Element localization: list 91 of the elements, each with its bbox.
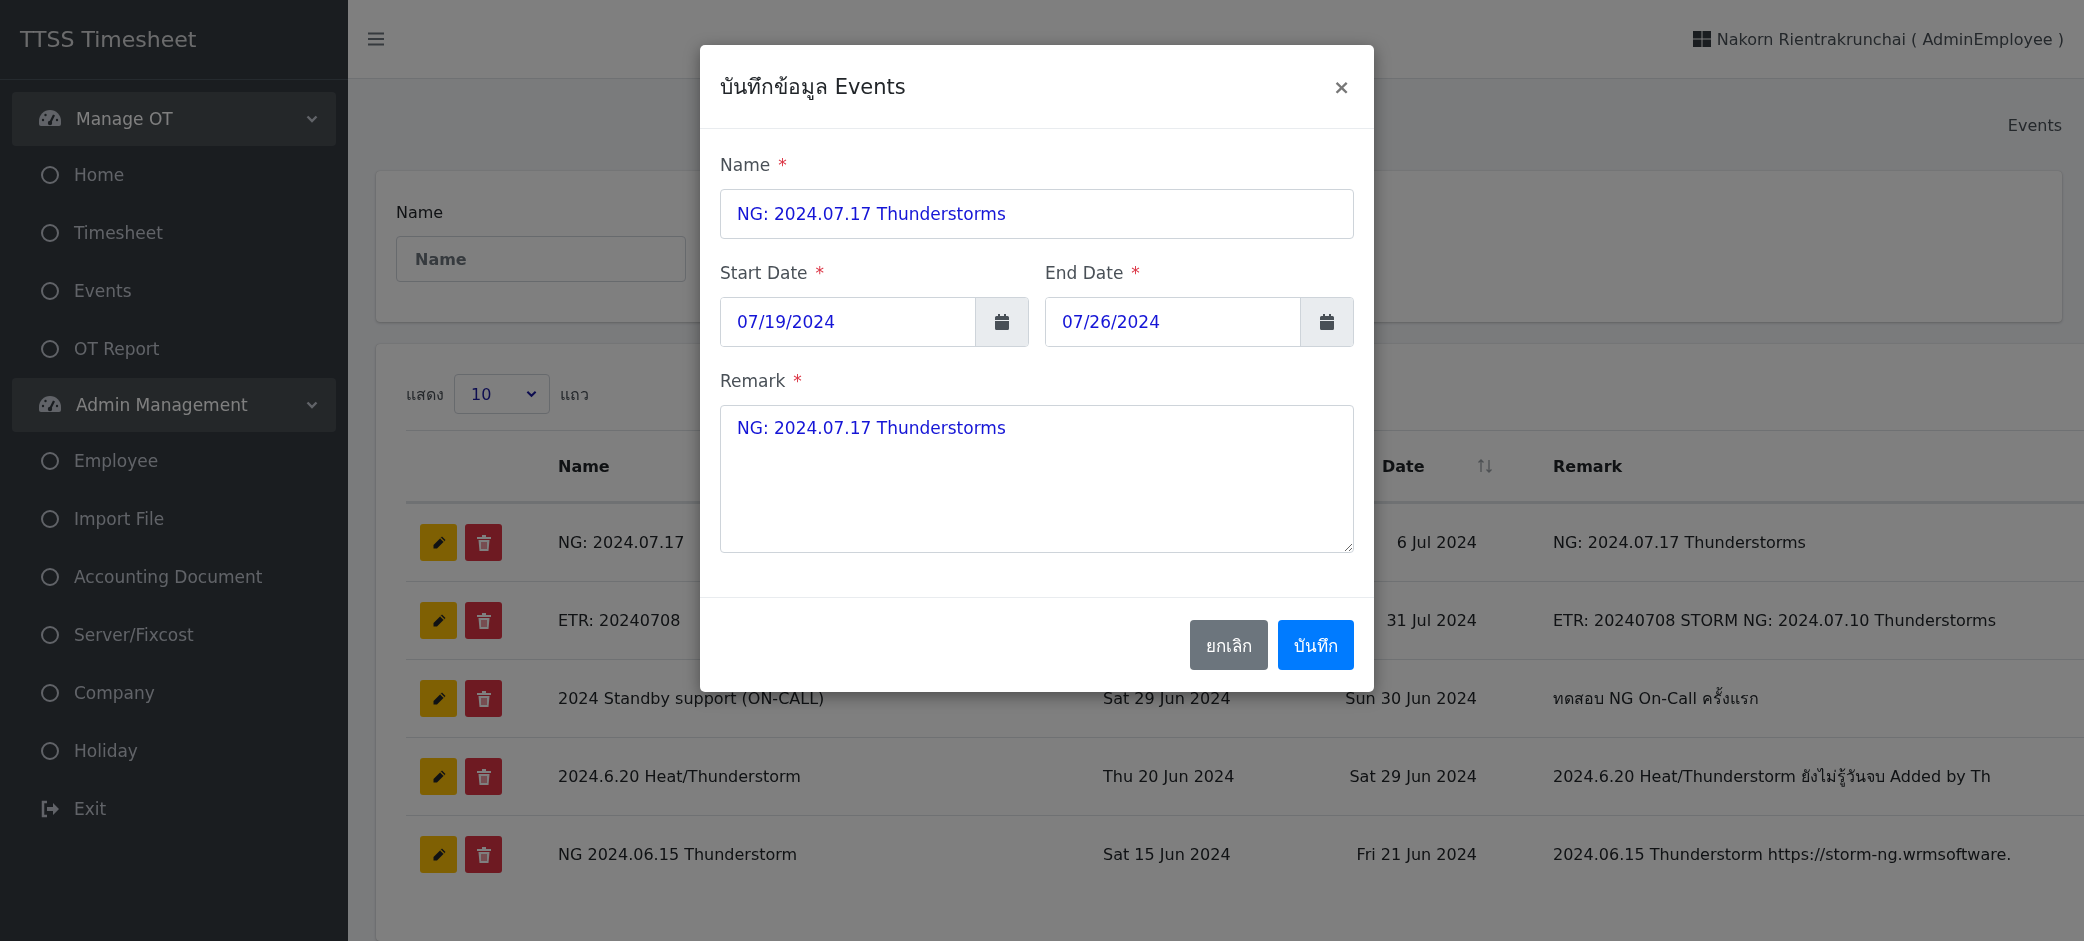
table-cell: ETR: 20240708 [558, 611, 681, 630]
table-cell: Sat 29 Jun 2024 [1103, 689, 1231, 708]
close-button[interactable]: × [1329, 74, 1354, 99]
sort-icon[interactable] [1477, 458, 1493, 474]
table-cell: 2024.6.20 Heat/Thunderstorm [558, 767, 801, 786]
column-header[interactable]: Name [558, 456, 610, 476]
field-label: Name [720, 155, 771, 175]
chevron-icon [526, 390, 537, 398]
remark-text-area[interactable]: NG: 2024.07.17 Thunderstorms [720, 405, 1354, 553]
show-label: แสดง [406, 383, 444, 406]
required-mark: * [778, 155, 787, 175]
column-header[interactable]: Date [1382, 456, 1425, 476]
modal-title: บันทึกข้อมูล Events [720, 74, 906, 102]
sign-out-icon [40, 800, 60, 818]
table-cell: 6 Jul 2024 [1396, 533, 1477, 552]
delete-button[interactable] [465, 680, 502, 717]
trash-icon [476, 690, 491, 707]
delete-button[interactable] [465, 524, 502, 561]
breadcrumb: Events [2007, 115, 2062, 135]
edit-button[interactable] [420, 758, 457, 795]
date-input-field[interactable]: 07/19/2024 [720, 297, 1029, 347]
table-cell: NG: 2024.07.17 [558, 533, 685, 552]
column-header[interactable]: Remark [1553, 456, 1623, 476]
user-name[interactable]: Nakorn Rientrakrunchai ( AdminEmployee ) [1716, 29, 2064, 49]
edit-button[interactable] [420, 524, 457, 561]
sidebar-item[interactable]: Company [12, 664, 336, 722]
gauge-icon [38, 109, 62, 129]
name-input-field[interactable]: NG: 2024.07.17 Thunderstorms [720, 189, 1354, 239]
sidebar-item[interactable]: Employee [12, 432, 336, 490]
table-cell: ETR: 20240708 STORM NG: 2024.07.10 Thunderstorms [1553, 611, 1996, 630]
edit-button[interactable] [420, 602, 457, 639]
required-mark: * [793, 371, 802, 391]
menu-icon[interactable] [368, 32, 384, 46]
table-cell: Fri 21 Jun 2024 [1356, 845, 1477, 864]
circle-icon [40, 741, 60, 761]
circle-icon [40, 165, 60, 185]
sidebar-item[interactable]: OT Report [12, 320, 336, 378]
required-mark: * [815, 263, 825, 283]
rows-label: แถว [560, 383, 589, 406]
sidebar-item[interactable]: Exit [12, 780, 336, 838]
table-cell: 2024.6.20 Heat/Thunderstorm ยังไม่รู้วันจบ Added by Th [1553, 767, 1991, 786]
table-cell: NG: 2024.07.17 Thunderstorms [1553, 533, 1806, 552]
field-label: Name [396, 203, 444, 222]
circle-icon [40, 567, 60, 587]
sidebar-item[interactable]: Accounting Document [12, 548, 336, 606]
table-cell: Sun 30 Jun 2024 [1345, 689, 1477, 708]
sidebar-item[interactable]: Import File [12, 490, 336, 548]
date-input-field[interactable]: 07/26/2024 [1045, 297, 1354, 347]
trash-icon [476, 846, 491, 863]
table-cell: 31 Jul 2024 [1386, 611, 1477, 630]
trash-icon [476, 534, 491, 551]
calendar-icon[interactable] [995, 314, 1009, 330]
field-label: End Date [1045, 263, 1124, 283]
circle-icon [40, 625, 60, 645]
page-size-select[interactable]: 10 [454, 374, 550, 414]
delete-button[interactable] [465, 836, 502, 873]
table-cell: NG 2024.06.15 Thunderstorm [558, 845, 798, 864]
table-cell: 2024.06.15 Thunderstorm https://storm-ng.wrmsoftware. [1553, 845, 2012, 864]
sidebar-item[interactable]: Home [12, 146, 336, 204]
delete-button[interactable] [465, 758, 502, 795]
sidebar-item[interactable]: Events [12, 262, 336, 320]
chevron-icon [306, 401, 318, 409]
delete-button[interactable] [465, 602, 502, 639]
circle-icon [40, 683, 60, 703]
table-cell: 2024 Standby support (ON-CALL) [558, 689, 825, 708]
circle-icon [40, 451, 60, 471]
field-label: Start Date [720, 263, 808, 283]
table-cell: Thu 20 Jun 2024 [1103, 767, 1235, 786]
edit-button[interactable] [420, 836, 457, 873]
trash-icon [476, 768, 491, 785]
table-cell: ทดสอบ NG On-Call ครั้งแรก [1553, 689, 1759, 708]
save-button[interactable]: บันทึก [1278, 620, 1354, 670]
sidebar-item[interactable]: Holiday [12, 722, 336, 780]
calendar-icon[interactable] [1320, 314, 1334, 330]
circle-icon [40, 281, 60, 301]
chevron-icon [306, 115, 318, 123]
circle-icon [40, 509, 60, 529]
sidebar-item[interactable]: Server/Fixcost [12, 606, 336, 664]
edit-button[interactable] [420, 680, 457, 717]
name-filter-field[interactable]: Name [396, 236, 686, 282]
cancel-button[interactable]: ยกเลิก [1190, 620, 1268, 670]
circle-icon [40, 339, 60, 359]
trash-icon [476, 612, 491, 629]
sidebar-item[interactable]: Timesheet [12, 204, 336, 262]
table-cell: Sat 15 Jun 2024 [1103, 845, 1231, 864]
circle-icon [40, 223, 60, 243]
field-label: Remark [720, 371, 786, 391]
gauge-icon [38, 395, 62, 415]
grid-icon [1692, 31, 1711, 47]
required-mark: * [1131, 263, 1140, 283]
table-cell: Sat 29 Jun 2024 [1349, 767, 1477, 786]
